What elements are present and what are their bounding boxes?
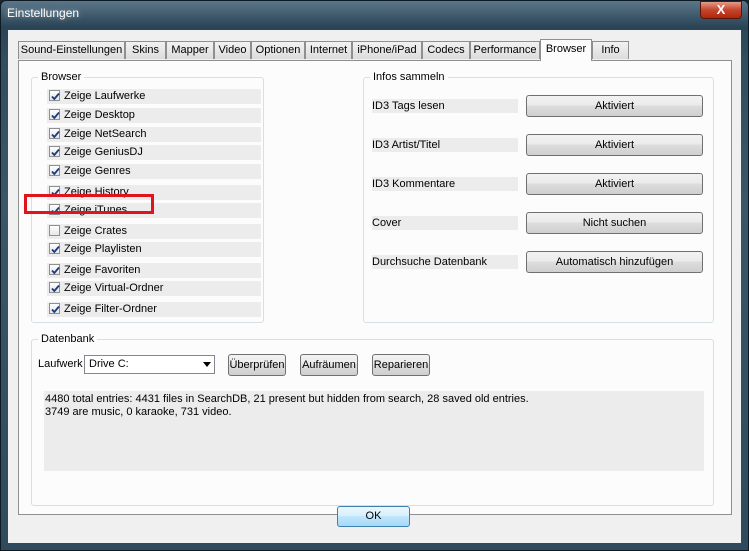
checkmark-icon [51,305,60,314]
browser-option-row[interactable]: Zeige NetSearch [47,127,261,142]
checkmark-icon [51,245,60,254]
chevron-down-icon [203,362,211,367]
browser-option-label: Zeige Genres [64,165,131,177]
check-button[interactable]: Überprüfen [228,354,286,376]
browser-option-row[interactable]: Zeige Virtual-Ordner [47,281,261,296]
browser-option-row[interactable]: Zeige Playlisten [47,242,261,257]
checkbox-checked[interactable] [49,90,60,101]
info-option-label: ID3 Tags lesen [372,99,518,113]
browser-option-label: Zeige Laufwerke [64,90,146,102]
checkbox-checked[interactable] [49,128,60,139]
highlight-box [24,194,154,214]
drive-label: Laufwerk [38,358,83,370]
dialog-client-area: Sound-Einstellungen Skins Mapper Video O… [8,30,741,543]
browser-option-row[interactable]: Zeige Laufwerke [47,89,261,104]
browser-option-label: Zeige GeniusDJ [64,146,143,158]
close-button[interactable]: X [700,1,742,19]
browser-option-row[interactable]: Zeige Genres [47,164,261,179]
info-group: Infos sammeln ID3 Tags lesen Aktiviert ID3… [363,71,714,323]
tab-mapper[interactable]: Mapper [166,41,214,59]
checkbox-checked[interactable] [49,109,60,120]
info-option-label: ID3 Artist/Titel [372,138,518,152]
checkbox-checked[interactable] [49,146,60,157]
checkmark-icon [51,148,60,157]
tab-skins[interactable]: Skins [125,41,166,59]
info-option-button[interactable]: Aktiviert [526,173,703,195]
checkmark-icon [51,111,60,120]
browser-option-row[interactable]: Zeige Crates [47,224,261,239]
browser-option-label: Zeige Virtual-Ordner [64,282,164,294]
browser-option-label: Zeige Filter-Ordner [64,303,157,315]
info-option-button[interactable]: Automatisch hinzufügen [526,251,703,273]
tab-video[interactable]: Video [214,41,251,59]
tab-iphone-ipad[interactable]: iPhone/iPad [352,41,422,59]
stats-line-2: 3749 are music, 0 karaoke, 731 video. [45,406,232,418]
checkmark-icon [51,92,60,101]
info-option-button[interactable]: Nicht suchen [526,212,703,234]
browser-option-label: Zeige NetSearch [64,128,147,140]
cleanup-button[interactable]: Aufräumen [300,354,358,376]
browser-option-row[interactable]: Zeige GeniusDJ [47,145,261,160]
database-stats: 4480 total entries: 4431 files in Search… [44,391,704,471]
browser-group-title: Browser [38,71,85,83]
browser-option-label: Zeige Favoriten [64,264,141,276]
stats-line-1: 4480 total entries: 4431 files in Search… [45,393,529,405]
close-icon: X [716,2,726,17]
checkmark-icon [51,130,60,139]
repair-button[interactable]: Reparieren [372,354,430,376]
tab-info[interactable]: Info [592,41,629,59]
browser-option-row[interactable]: Zeige Desktop [47,108,261,123]
tab-performance[interactable]: Performance [470,41,540,59]
drive-select-value: Drive C: [89,358,129,370]
info-option-button[interactable]: Aktiviert [526,134,703,156]
window-title: Einstellungen [7,6,80,20]
checkmark-icon [51,284,60,293]
checkbox-checked[interactable] [49,303,60,314]
browser-option-row[interactable]: Zeige Favoriten [47,263,261,278]
info-option-label: Cover [372,216,518,230]
title-bar[interactable]: Einstellungen X [0,0,749,28]
database-group-title: Datenbank [38,333,98,345]
tab-browser[interactable]: Browser [540,39,592,61]
info-option-label: ID3 Kommentare [372,177,518,191]
info-option-button[interactable]: Aktiviert [526,95,703,117]
ok-button[interactable]: OK [337,506,410,527]
tab-internet[interactable]: Internet [305,41,352,59]
browser-option-label: Zeige Crates [64,225,127,237]
browser-tab-panel: Browser Zeige Laufwerke Zeige Desktop Zeig… [18,60,732,515]
checkmark-icon [51,167,60,176]
browser-option-label: Zeige Desktop [64,109,135,121]
drive-select[interactable]: Drive C: [84,355,215,374]
checkbox-checked[interactable] [49,264,60,275]
checkbox-checked[interactable] [49,243,60,254]
checkmark-icon [51,266,60,275]
tab-sound-einstellungen[interactable]: Sound-Einstellungen [18,41,125,59]
checkbox-unchecked[interactable] [49,225,60,236]
checkbox-checked[interactable] [49,282,60,293]
checkbox-checked[interactable] [49,165,60,176]
info-option-label: Durchsuche Datenbank [372,255,518,269]
browser-option-row[interactable]: Zeige Filter-Ordner [47,302,261,317]
info-group-title: Infos sammeln [370,71,448,83]
browser-option-label: Zeige Playlisten [64,243,142,255]
tab-codecs[interactable]: Codecs [422,41,470,59]
tab-optionen[interactable]: Optionen [251,41,305,59]
